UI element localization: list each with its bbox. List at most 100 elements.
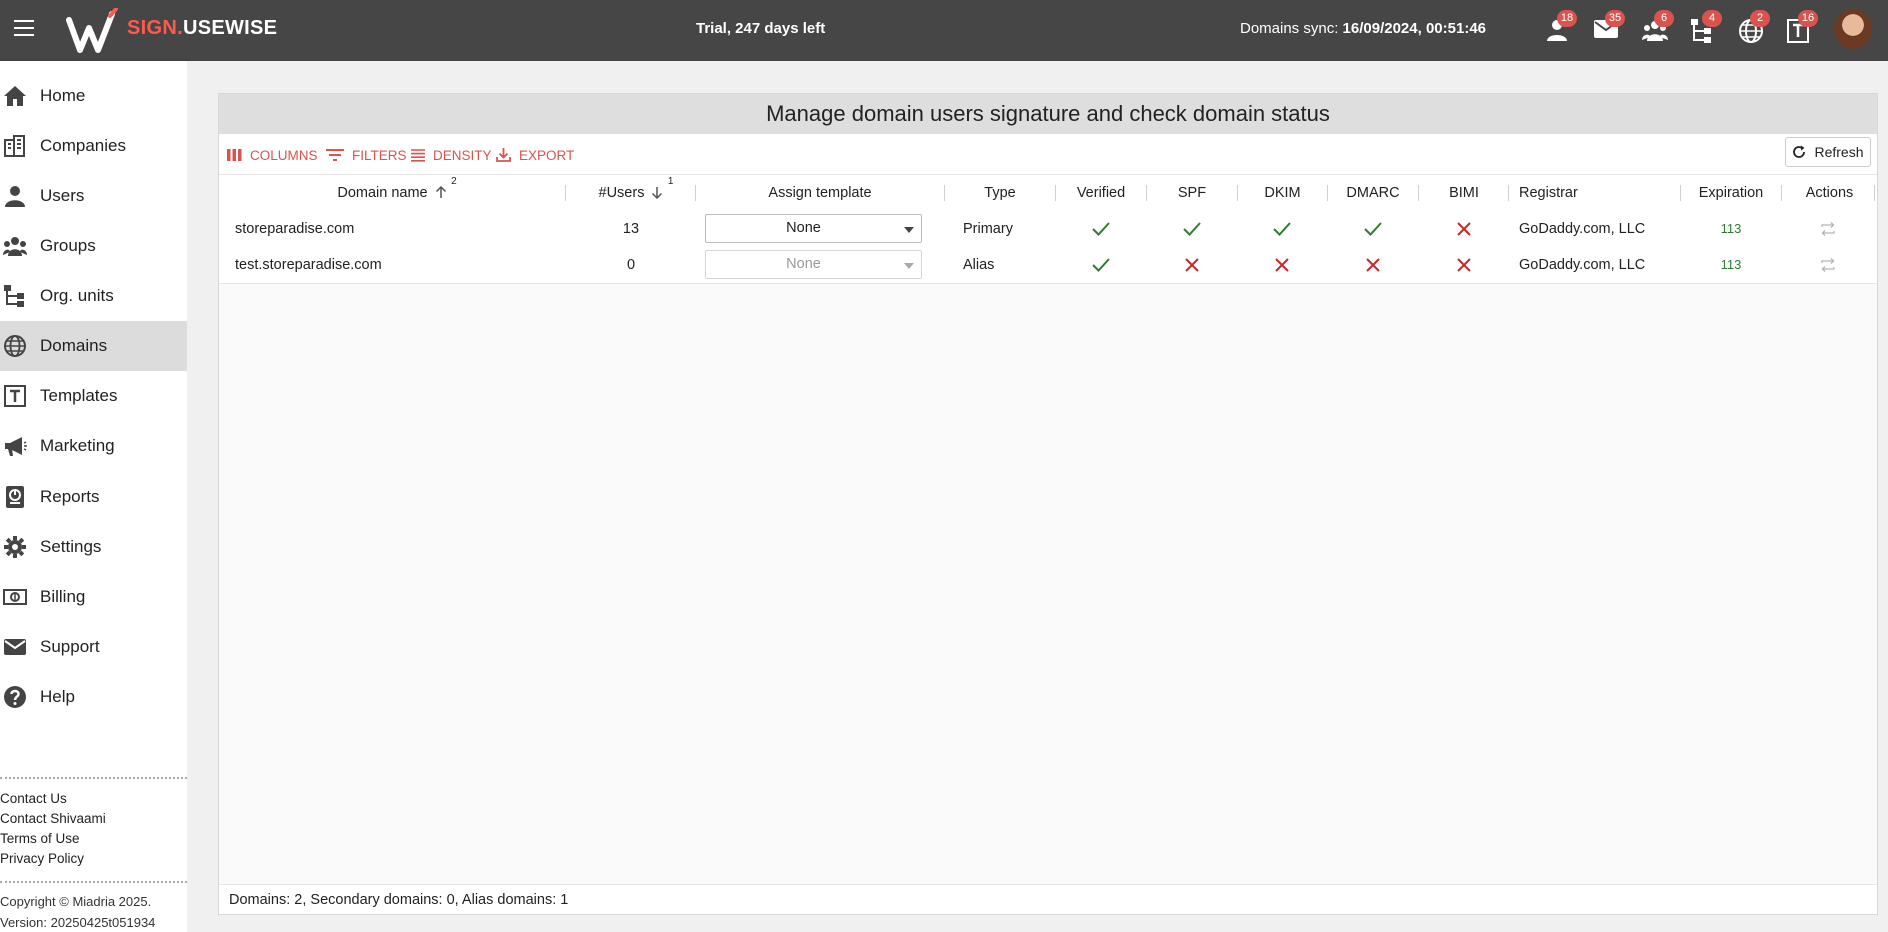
assign-template-select[interactable]: None bbox=[705, 214, 922, 243]
density-icon bbox=[411, 148, 425, 162]
template-icon bbox=[4, 385, 26, 407]
registrar: GoDaddy.com, LLC bbox=[1519, 221, 1646, 237]
filters-button[interactable]: FILTERS bbox=[326, 145, 407, 165]
column-header-dkim[interactable]: DKIM bbox=[1238, 175, 1327, 211]
org-units-top-icon[interactable]: 4 bbox=[1688, 10, 1722, 46]
version: Version: 20250425t051934 bbox=[0, 915, 156, 930]
sidebar-item-label: Domains bbox=[40, 336, 108, 355]
column-header-spf[interactable]: SPF bbox=[1147, 175, 1237, 211]
cross-icon bbox=[1457, 258, 1471, 272]
column-header-actions: Actions bbox=[1805, 185, 1854, 201]
sidebar-item-users[interactable]: Users bbox=[0, 171, 187, 221]
chevron-down-icon bbox=[904, 227, 914, 233]
mail-icon bbox=[4, 639, 26, 655]
brand-name: SIGN.USEWISE bbox=[127, 17, 278, 39]
refresh-button[interactable]: Refresh bbox=[1785, 137, 1871, 167]
user-count: 0 bbox=[626, 257, 636, 273]
cross-icon bbox=[1366, 258, 1380, 272]
expiration-days: 113 bbox=[1720, 221, 1742, 236]
users-top-icon[interactable]: 18 bbox=[1543, 10, 1577, 46]
contact-shivaami-link[interactable]: Contact Shivaami bbox=[0, 811, 106, 826]
domain-type: Alias bbox=[963, 257, 995, 273]
sort-ascending-icon bbox=[435, 185, 446, 198]
sidebar-item-label: Support bbox=[40, 637, 100, 656]
logo[interactable] bbox=[66, 7, 120, 59]
column-header-assign-template[interactable]: Assign template bbox=[696, 175, 944, 211]
privacy-policy-link[interactable]: Privacy Policy bbox=[0, 851, 84, 866]
sidebar-item-label: Marketing bbox=[40, 436, 115, 455]
sidebar-item-label: Groups bbox=[40, 236, 96, 255]
user-count: 13 bbox=[622, 221, 640, 237]
terms-of-use-link[interactable]: Terms of Use bbox=[0, 831, 80, 846]
table-header: Domain name 2 #Users 1 Assign template T… bbox=[219, 174, 1877, 212]
column-header-bimi[interactable]: BIMI bbox=[1419, 175, 1509, 211]
expiration-days: 113 bbox=[1720, 257, 1742, 272]
sidebar-item-org-units[interactable]: Org. units bbox=[0, 271, 187, 321]
registrar: GoDaddy.com, LLC bbox=[1519, 257, 1646, 273]
filter-icon bbox=[326, 149, 344, 161]
columns-button[interactable]: COLUMNS bbox=[227, 145, 318, 165]
check-icon bbox=[1092, 222, 1110, 236]
divider bbox=[0, 881, 187, 883]
domains-top-icon[interactable]: 2 bbox=[1736, 10, 1770, 46]
sidebar-item-billing[interactable]: Billing bbox=[0, 572, 187, 622]
trial-status: Trial, 247 days left bbox=[696, 20, 826, 37]
templates-top-icon[interactable]: 16 bbox=[1784, 10, 1818, 46]
mail-top-icon[interactable]: 35 bbox=[1591, 10, 1625, 46]
check-icon bbox=[1364, 222, 1382, 236]
column-header-registrar[interactable]: Registrar bbox=[1519, 175, 1679, 211]
sidebar-item-help[interactable]: Help bbox=[0, 672, 187, 722]
sidebar-item-companies[interactable]: Companies bbox=[0, 121, 187, 171]
table-row[interactable]: test.storeparadise.com 0 None Alias GoDa… bbox=[219, 247, 1877, 284]
sidebar-item-settings[interactable]: Settings bbox=[0, 522, 187, 572]
table-row[interactable]: storeparadise.com 13 None Primary GoDadd… bbox=[219, 211, 1877, 248]
user-icon bbox=[5, 186, 25, 207]
sidebar-item-label: Help bbox=[40, 687, 75, 706]
column-header-expiration[interactable]: Expiration bbox=[1681, 175, 1781, 211]
sidebar-item-domains[interactable]: Domains bbox=[0, 321, 187, 371]
groups-top-icon[interactable]: 6 bbox=[1640, 10, 1674, 46]
groups-badge: 6 bbox=[1654, 10, 1674, 27]
column-header-users[interactable]: #Users 1 bbox=[566, 175, 696, 211]
divider bbox=[0, 777, 187, 779]
sidebar-item-templates[interactable]: Templates bbox=[0, 371, 187, 421]
domains-panel: Manage domain users signature and check … bbox=[218, 93, 1878, 915]
sidebar-item-label: Home bbox=[40, 86, 86, 105]
column-header-verified[interactable]: Verified bbox=[1056, 175, 1146, 211]
sidebar-item-label: Templates bbox=[40, 386, 118, 405]
sidebar: Home Companies Users Groups Org. units D… bbox=[0, 61, 187, 932]
sidebar-item-label: Billing bbox=[40, 587, 86, 606]
users-badge: 18 bbox=[1557, 10, 1577, 27]
page-title: Manage domain users signature and check … bbox=[219, 94, 1877, 134]
check-icon bbox=[1092, 258, 1110, 272]
mail-badge: 35 bbox=[1605, 10, 1625, 27]
sidebar-item-marketing[interactable]: Marketing bbox=[0, 421, 187, 471]
domains-sync: Domains sync: 16/09/2024, 00:51:46 bbox=[1240, 20, 1486, 37]
export-button[interactable]: EXPORT bbox=[496, 145, 574, 165]
columns-icon bbox=[227, 149, 242, 161]
contact-us-link[interactable]: Contact Us bbox=[0, 791, 67, 806]
billing-icon bbox=[3, 589, 27, 605]
sidebar-item-groups[interactable]: Groups bbox=[0, 221, 187, 271]
assign-template-select: None bbox=[705, 250, 922, 279]
column-header-type[interactable]: Type bbox=[945, 175, 1055, 211]
sort-order: 1 bbox=[667, 176, 674, 187]
density-button[interactable]: DENSITY bbox=[411, 145, 492, 165]
grid-toolbar: COLUMNS FILTERS DENSITY EXPORT Refresh bbox=[219, 134, 1877, 174]
sidebar-item-home[interactable]: Home bbox=[0, 71, 187, 121]
sync-icon[interactable] bbox=[1820, 221, 1836, 237]
help-icon bbox=[4, 686, 26, 708]
globe-icon bbox=[4, 335, 26, 357]
menu-icon[interactable] bbox=[14, 20, 34, 38]
sidebar-item-reports[interactable]: Reports bbox=[0, 472, 187, 522]
column-header-dmarc[interactable]: DMARC bbox=[1328, 175, 1418, 211]
sidebar-item-support[interactable]: Support bbox=[0, 622, 187, 672]
sync-icon[interactable] bbox=[1820, 257, 1836, 273]
avatar[interactable] bbox=[1834, 9, 1872, 49]
org-units-badge: 4 bbox=[1702, 10, 1722, 27]
column-header-domain[interactable]: Domain name 2 bbox=[219, 175, 565, 211]
main-content: Manage domain users signature and check … bbox=[187, 61, 1888, 932]
sidebar-item-label: Org. units bbox=[40, 286, 114, 305]
org-units-icon bbox=[4, 285, 24, 307]
cross-icon bbox=[1457, 222, 1471, 236]
